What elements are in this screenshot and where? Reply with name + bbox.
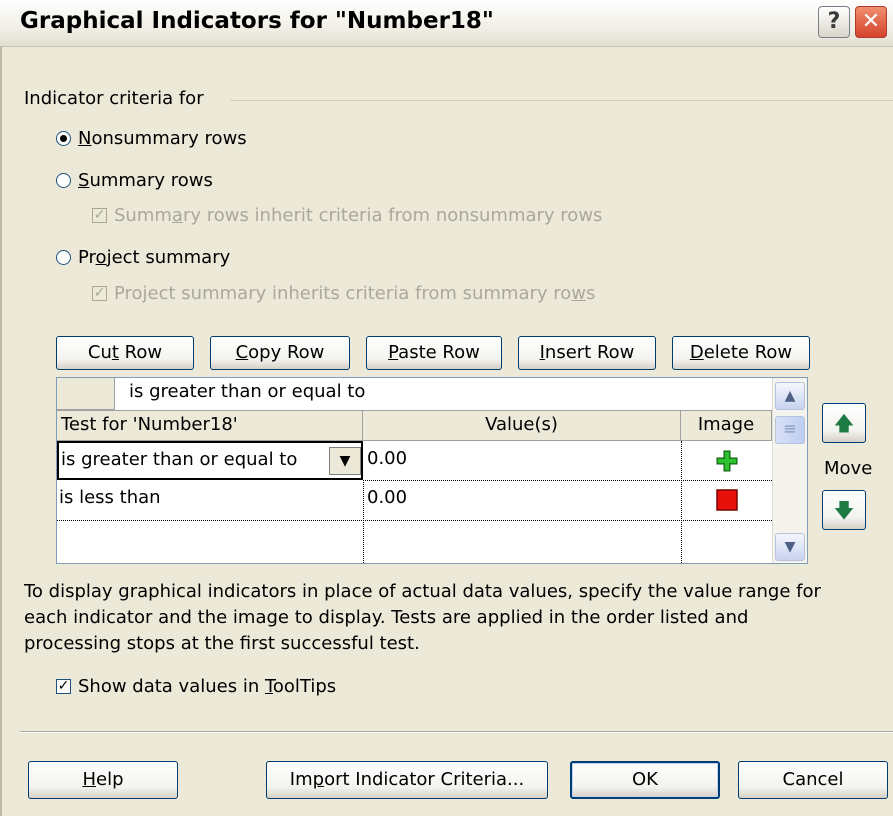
accelerator-key: T (264, 676, 273, 697)
label-part: Pr (78, 247, 96, 268)
footer-separator (20, 731, 893, 733)
arrow-down-icon: 🡇 (833, 498, 855, 522)
summary-rows-radio[interactable] (56, 173, 71, 188)
value-cell[interactable]: 0.00 (367, 448, 667, 476)
label-part: ummary rows (89, 170, 213, 191)
project-inherit-checkbox: ✓ (92, 285, 107, 301)
column-divider (363, 480, 364, 563)
grid-scrollbar[interactable]: ▲ ≡ ▼ (772, 378, 807, 563)
label-part: onsummary rows (91, 128, 247, 149)
label-part: Show data values in (78, 676, 265, 697)
image-cell[interactable] (681, 441, 772, 480)
accelerator-key: a (171, 205, 183, 226)
test-cell[interactable] (59, 526, 359, 554)
move-up-button[interactable]: 🡅 (822, 403, 866, 443)
green-plus-icon (716, 450, 738, 472)
scroll-thumb[interactable]: ≡ (775, 416, 805, 444)
accelerator-key: o (95, 247, 107, 268)
label-part: Cu (87, 342, 112, 363)
nonsummary-rows-label[interactable]: Nonsummary rows (78, 128, 247, 149)
delete-row-button[interactable]: Delete Row (672, 336, 810, 370)
dialog-title: Graphical Indicators for "Number18" (20, 8, 494, 34)
image-cell[interactable] (681, 480, 772, 520)
test-dropdown-value: is greater than or equal to (61, 449, 298, 470)
accelerator-key: C (235, 342, 249, 363)
label-part: ry rows inherit criteria from nonsummary… (182, 205, 603, 226)
accelerator-key: H (82, 769, 97, 790)
scroll-down-icon[interactable]: ▼ (775, 533, 805, 561)
value-cell[interactable]: 0.00 (367, 487, 667, 515)
label-part: ort Indicator Criteria... (324, 769, 525, 790)
description-text: To display graphical indicators in place… (24, 581, 821, 654)
label-part: elete Row (703, 342, 793, 363)
label-part: elp (96, 769, 124, 790)
label-part: opy Row (248, 342, 325, 363)
label-part: oolTips (272, 676, 337, 697)
accelerator-key: N (78, 128, 92, 149)
cut-row-button[interactable]: Cut Row (56, 336, 194, 370)
summary-rows-label[interactable]: Summary rows (78, 170, 213, 191)
accelerator-key: D (689, 342, 704, 363)
copy-row-button[interactable]: Copy Row (210, 336, 350, 370)
show-tooltips-label[interactable]: Show data values in ToolTips (78, 676, 336, 697)
graphical-indicators-dialog: Graphical Indicators for "Number18" ? ✕ … (0, 0, 893, 816)
nonsummary-rows-radio[interactable] (56, 131, 71, 146)
accelerator-key: w (571, 283, 587, 304)
header-image[interactable]: Image (681, 411, 772, 441)
project-inherit-label: Project summary inherits criteria from s… (114, 283, 595, 304)
label-part: s (586, 283, 596, 304)
summary-inherit-checkbox: ✓ (92, 207, 107, 223)
value-cell[interactable] (367, 526, 667, 554)
grid-edit-field[interactable]: is greater than or equal to (129, 381, 769, 409)
move-label: Move (824, 458, 873, 479)
chevron-down-icon[interactable]: ▼ (329, 447, 361, 475)
window-border (0, 46, 2, 816)
arrow-up-icon: 🡅 (833, 411, 855, 435)
label-part: aste Row (398, 342, 480, 363)
accelerator-key: S (78, 170, 90, 191)
insert-row-button[interactable]: Insert Row (518, 336, 656, 370)
header-values[interactable]: Value(s) (363, 411, 681, 441)
project-summary-radio[interactable] (56, 250, 71, 265)
project-summary-label[interactable]: Project summary (78, 247, 230, 268)
test-dropdown[interactable]: is greater than or equal to ▼ (57, 441, 363, 480)
group-divider (230, 100, 893, 101)
row-divider (57, 520, 772, 521)
grid-corner (57, 378, 115, 410)
accelerator-key: P (388, 342, 399, 363)
help-button[interactable]: Help (28, 761, 178, 799)
show-tooltips-checkbox[interactable]: ✓ (56, 679, 71, 694)
cancel-button[interactable]: Cancel (738, 761, 888, 799)
column-divider (681, 441, 682, 563)
summary-inherit-label: Summary rows inherit criteria from nonsu… (114, 205, 602, 226)
accelerator-key: p (312, 769, 325, 790)
move-down-button[interactable]: 🡇 (822, 490, 866, 530)
ok-button[interactable]: OK (570, 761, 720, 799)
label-part: Project summary inherits criteria from s… (114, 283, 572, 304)
label-part: Row (118, 342, 163, 363)
test-cell[interactable]: is less than (59, 487, 359, 515)
label-part: nsert Row (544, 342, 635, 363)
indicator-criteria-label: Indicator criteria for (24, 88, 210, 109)
title-bar[interactable]: Graphical Indicators for "Number18" ? ✕ (0, 0, 893, 47)
help-icon[interactable]: ? (818, 6, 850, 38)
criteria-grid[interactable]: is greater than or equal to Test for 'Nu… (56, 377, 808, 564)
header-test[interactable]: Test for 'Number18' (57, 411, 363, 441)
red-square-icon (716, 489, 738, 511)
scroll-up-icon[interactable]: ▲ (775, 382, 805, 410)
close-icon[interactable]: ✕ (855, 6, 887, 38)
accelerator-key: t (111, 342, 119, 363)
label-part: ject summary (106, 247, 231, 268)
label-part: Summ (114, 205, 172, 226)
label-part: Im (289, 769, 313, 790)
import-criteria-button[interactable]: Import Indicator Criteria... (266, 761, 548, 799)
paste-row-button[interactable]: Paste Row (366, 336, 502, 370)
